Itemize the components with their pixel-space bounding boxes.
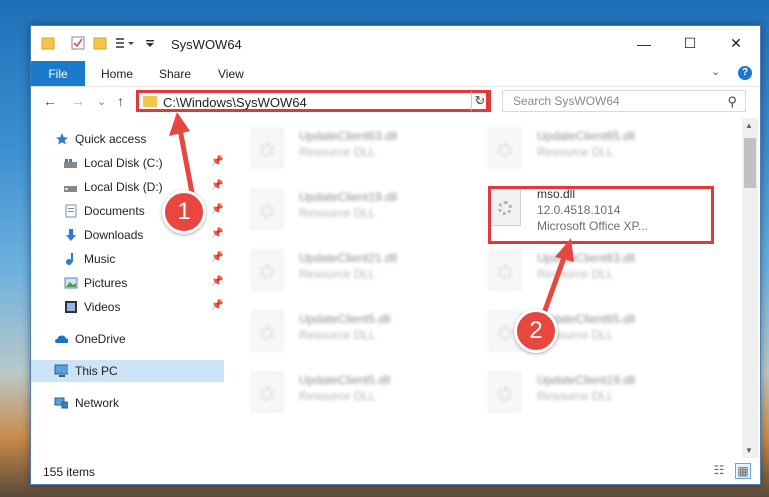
annotation-arrows (169, 112, 574, 319)
step-2-badge: 2 (514, 309, 558, 353)
step-1-badge: 1 (162, 190, 206, 234)
arrow-1 (169, 112, 196, 201)
arrow-2 (540, 238, 574, 319)
